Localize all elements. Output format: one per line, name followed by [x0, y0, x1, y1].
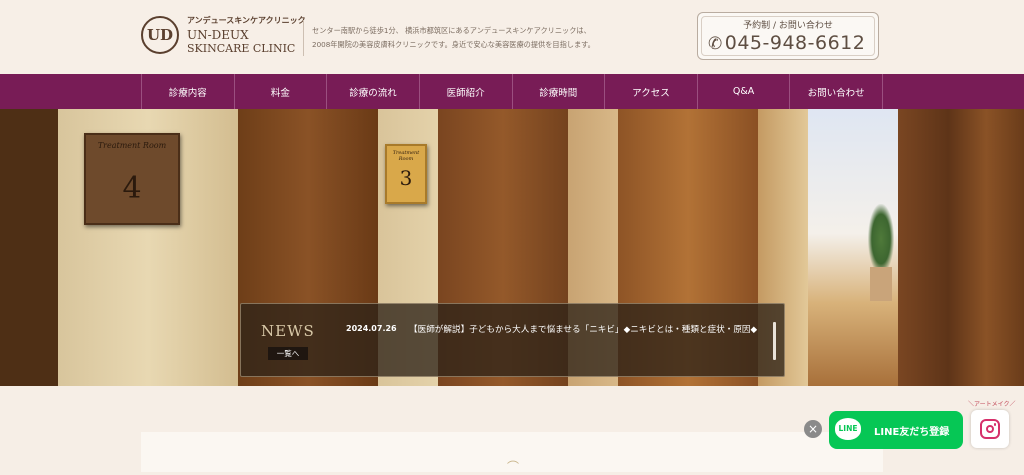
room-sign-3: Treatment Room 3 — [385, 144, 427, 204]
nav-item-pricing[interactable]: 料金 — [233, 74, 327, 109]
room-sign-number: 3 — [399, 166, 413, 190]
logo-english-line2: SKINCARE CLINIC — [187, 42, 296, 55]
logo-mark: UD — [141, 16, 179, 54]
nav-item-doctor[interactable]: 医師紹介 — [418, 74, 512, 109]
line-button-label: LINE友だち登録 — [874, 427, 950, 438]
instagram-icon — [980, 419, 1000, 439]
contact-phone-box[interactable]: 予約制 / お問い合わせ ✆ 045-948-6612 — [697, 12, 879, 60]
clinic-logo[interactable]: UD アンデュースキンケアクリニック UN-DEUX SKINCARE CLIN… — [141, 14, 306, 60]
news-box: NEWS 一覧へ 2024.07.26 【医師が解説】子どもから大人まで悩ませる… — [240, 303, 785, 377]
contact-label: 予約制 / お問い合わせ — [743, 21, 833, 31]
door-panel — [0, 109, 58, 386]
nav-item-access[interactable]: アクセス — [604, 74, 697, 109]
nav-item-contact[interactable]: お問い合わせ — [789, 74, 883, 109]
plant-pot — [870, 267, 892, 301]
description-line-2: 2008年開院の美容皮膚科クリニックです。身近で安心な美容医療の提供を目指します… — [312, 40, 595, 49]
nav-item-qa[interactable]: Q&A — [696, 74, 790, 109]
content-section: ⌒ — [141, 432, 883, 474]
news-scrollbar[interactable] — [773, 322, 776, 360]
nav-item-flow[interactable]: 診療の流れ — [326, 74, 419, 109]
clinic-description: センター南駅から徒歩1分、 横浜市都筑区にあるアンデュースキンケアクリニックは、… — [312, 24, 612, 52]
instagram-button[interactable] — [971, 410, 1009, 448]
plant-image — [868, 204, 894, 274]
description-line-1: センター南駅から徒歩1分、 横浜市都筑区にあるアンデュースキンケアクリニックは、 — [312, 26, 591, 35]
room-sign-4: Treatment Room 4 — [84, 133, 180, 225]
logo-english-line1: UN-DEUX — [187, 28, 249, 42]
line-logo-icon: LINE — [835, 418, 861, 440]
nav-item-hours[interactable]: 診療時間 — [511, 74, 605, 109]
global-nav: 診療内容 料金 診療の流れ 医師紹介 診療時間 アクセス Q&A お問い合わせ — [0, 74, 1024, 109]
door-panel — [898, 109, 1024, 386]
room-sign-number: 4 — [122, 171, 142, 206]
nav-items: 診療内容 料金 診療の流れ 医師紹介 診療時間 アクセス Q&A お問い合わせ — [141, 74, 883, 109]
phone-number[interactable]: ✆ 045-948-6612 — [708, 32, 865, 54]
logo-japanese-name: アンデュースキンケアクリニック — [187, 16, 306, 25]
room-sign-title: Treatment Room — [392, 150, 420, 162]
header-divider — [303, 20, 304, 56]
line-friend-button[interactable]: LINE LINE友だち登録 — [829, 411, 963, 449]
ornament-icon: ⌒ — [507, 460, 520, 474]
phone-icon: ✆ — [708, 34, 723, 54]
art-make-label: ＼アートメイク／ — [968, 401, 1016, 408]
phone-number-text: 045-948-6612 — [724, 32, 866, 54]
news-more-button[interactable]: 一覧へ — [268, 347, 308, 360]
site-header: UD アンデュースキンケアクリニック UN-DEUX SKINCARE CLIN… — [0, 0, 1024, 74]
nav-item-treatments[interactable]: 診療内容 — [141, 74, 234, 109]
news-date: 2024.07.26 — [346, 324, 397, 333]
close-line-banner-button[interactable]: × — [804, 420, 822, 438]
room-sign-title: Treatment Room — [97, 141, 167, 150]
news-headline-link[interactable]: 【医師が解説】子どもから大人まで悩ませる「ニキビ」◆ニキビとは・種類と症状・原因… — [409, 322, 759, 338]
news-title: NEWS — [261, 322, 315, 340]
